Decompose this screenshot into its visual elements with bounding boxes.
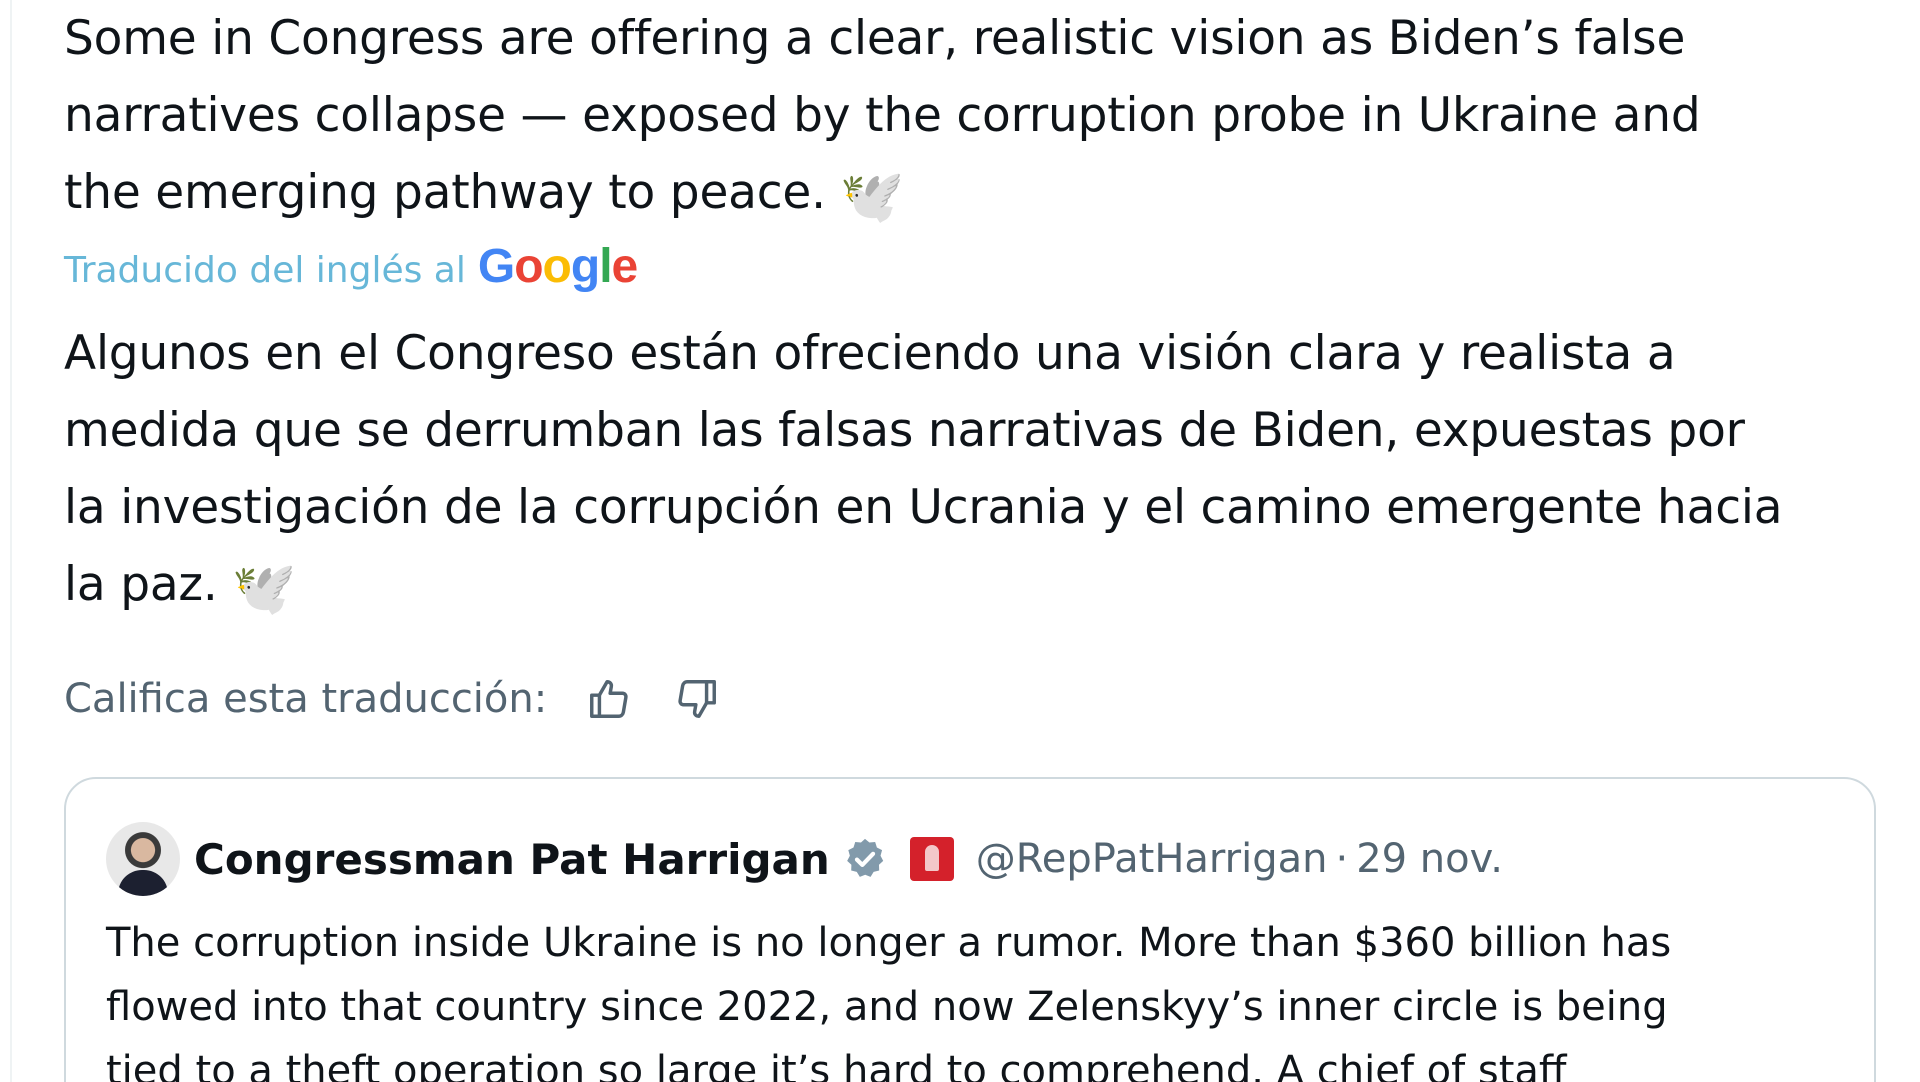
dove-emoji-icon: 🕊️ — [231, 559, 297, 619]
quoted-post-text: The corruption inside Ukraine is no long… — [106, 920, 1672, 1082]
quoted-author-handle[interactable]: @RepPatHarrigan — [976, 836, 1328, 882]
translated-by-label: Traducido del inglés al — [64, 250, 466, 291]
rate-translation-label: Califica esta traducción: — [64, 676, 548, 722]
timeline-left-border — [10, 0, 12, 1082]
header-separator: · — [1335, 836, 1349, 882]
thumbs-down-icon — [678, 680, 717, 718]
quoted-post-date[interactable]: 29 nov. — [1356, 836, 1503, 882]
original-post-text: Some in Congress are offering a clear, r… — [64, 0, 1864, 231]
thumbs-up-icon — [590, 680, 628, 718]
translated-by-google[interactable]: Traducido del inglés al Google — [64, 240, 638, 295]
translated-post-text: Algunos en el Congreso están ofreciendo … — [64, 315, 1904, 623]
avatar[interactable] — [106, 822, 180, 896]
quoted-post-header: Congressman Pat Harrigan @RepPatHarrigan… — [106, 819, 1503, 899]
verified-badge-icon — [846, 838, 884, 877]
google-logo: Google — [477, 240, 638, 293]
rate-translation: Califica esta traducción: — [64, 673, 723, 725]
quoted-author-name[interactable]: Congressman Pat Harrigan — [194, 835, 830, 884]
quoted-post-card[interactable]: Congressman Pat Harrigan @RepPatHarrigan… — [64, 777, 1876, 1082]
thumbs-down-button[interactable] — [671, 673, 723, 725]
thumbs-up-button[interactable] — [583, 673, 635, 725]
affiliation-badge-icon[interactable] — [909, 837, 954, 881]
dove-emoji-icon: 🕊️ — [839, 167, 905, 227]
translated-text-body: Algunos en el Congreso están ofreciendo … — [64, 326, 1783, 612]
